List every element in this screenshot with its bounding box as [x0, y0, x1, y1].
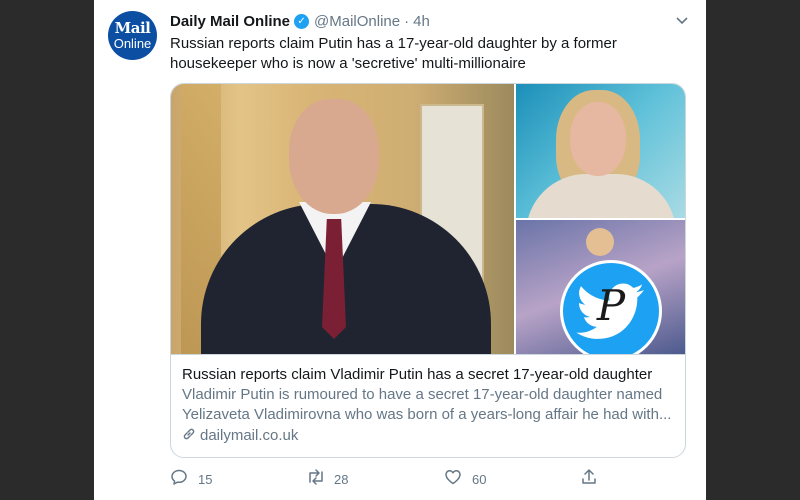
tweet-timestamp[interactable]: 4h — [413, 13, 430, 30]
avatar-logo-line1: Mail — [114, 19, 151, 37]
tweet[interactable]: Mail Online Daily Mail Online ✓ @MailOnl… — [94, 0, 706, 500]
author-name[interactable]: Daily Mail Online — [170, 13, 290, 30]
avatar-logo-line2: Online — [113, 36, 152, 51]
right-frame — [706, 0, 800, 500]
reply-button[interactable]: 15 — [170, 467, 212, 491]
author-handle[interactable]: @MailOnline — [314, 13, 400, 30]
card-text-block[interactable]: Russian reports claim Vladimir Putin has… — [171, 354, 685, 457]
watermark-letter: P — [596, 281, 626, 330]
tweet-actions: 15 28 60 — [170, 467, 610, 491]
verified-badge-icon: ✓ — [294, 13, 310, 29]
link-card[interactable]: P Russian reports claim Vladimir Putin h… — [170, 83, 686, 458]
like-button[interactable]: 60 — [444, 467, 486, 491]
share-button[interactable] — [580, 467, 608, 491]
left-frame — [0, 0, 94, 500]
share-icon — [580, 468, 598, 491]
link-icon — [182, 426, 196, 446]
retweet-button[interactable]: 28 — [306, 467, 348, 491]
chevron-down-icon[interactable] — [674, 13, 690, 29]
heart-icon — [444, 468, 462, 491]
card-image-main — [171, 84, 514, 354]
retweet-icon — [306, 468, 324, 491]
card-description: Vladimir Putin is rumoured to have a sec… — [182, 386, 672, 423]
card-title: Russian reports claim Vladimir Putin has… — [182, 366, 653, 383]
card-image-top-right — [516, 84, 685, 218]
reply-count: 15 — [198, 471, 213, 487]
retweet-count: 28 — [334, 471, 349, 487]
tweet-header: Daily Mail Online ✓ @MailOnline · 4h — [170, 11, 690, 31]
twitter-bird-watermark-icon: P — [560, 260, 662, 354]
reply-icon — [170, 468, 188, 491]
like-count: 60 — [472, 471, 487, 487]
card-image-collage[interactable]: P — [171, 84, 685, 354]
avatar[interactable]: Mail Online — [108, 11, 157, 60]
tweet-text: Russian reports claim Putin has a 17-yea… — [170, 35, 617, 72]
card-image-bottom-right: P — [516, 220, 685, 354]
card-domain: dailymail.co.uk — [200, 427, 299, 444]
card-link[interactable]: dailymail.co.uk — [182, 426, 674, 446]
separator-dot: · — [404, 12, 410, 30]
